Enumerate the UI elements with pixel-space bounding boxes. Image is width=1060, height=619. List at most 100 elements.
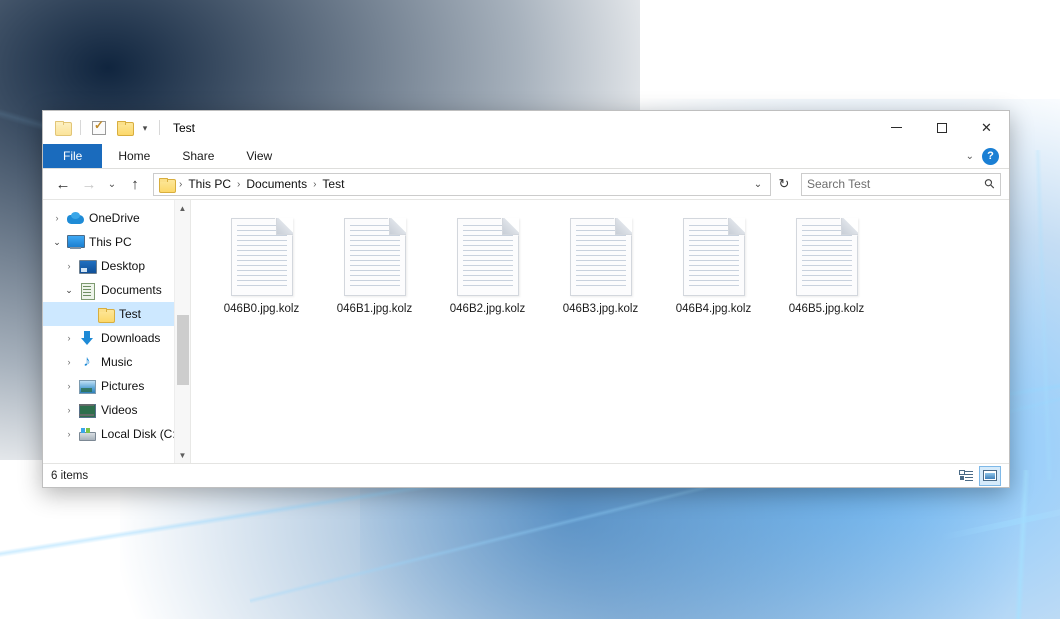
this-pc-icon [65,235,85,249]
file-name-label: 046B3.jpg.kolz [563,303,638,315]
breadcrumb-item-documents[interactable]: Documents [241,176,312,192]
sidebar-item-documents[interactable]: ⌄ Documents [43,278,190,302]
sidebar-item-label: OneDrive [89,211,140,225]
sidebar-item-downloads[interactable]: › Downloads [43,326,190,350]
address-dropdown-icon[interactable]: ⌄ [748,179,768,190]
sidebar-item-label: Documents [101,283,162,297]
large-icons-view-icon [983,470,997,481]
back-button[interactable]: ← [51,172,75,196]
window-body: › OneDrive ⌄ This PC ›Desktop ⌄ Documents Test ›… [43,200,1009,463]
folder-icon [95,308,115,321]
file-list-pane[interactable]: 046B0.jpg.kolz 046B1.jpg.kolz 046B2.jpg.ko… [191,200,1009,463]
tab-view[interactable]: View [230,144,288,168]
scrollbar-track[interactable] [175,216,190,447]
sidebar-item-videos[interactable]: › Videos [43,398,190,422]
search-box[interactable]: Search Test ⚲ [801,173,1001,196]
large-icons-view-button[interactable] [979,466,1001,486]
document-icon [683,218,745,296]
help-icon[interactable]: ? [982,148,999,165]
chevron-right-icon[interactable]: › [61,357,77,367]
close-button[interactable]: ✕ [964,111,1009,144]
sidebar-item-label: This PC [89,235,132,249]
chevron-right-icon[interactable]: › [61,333,77,343]
file-name-label: 046B0.jpg.kolz [224,303,299,315]
file-name-label: 046B4.jpg.kolz [676,303,751,315]
address-input[interactable]: › This PC › Documents › Test ⌄ [153,173,771,196]
sidebar-item-desktop[interactable]: ›Desktop [43,254,190,278]
file-item[interactable]: 046B1.jpg.kolz [318,214,431,323]
details-view-button[interactable] [955,466,977,486]
chevron-down-icon[interactable]: ⌄ [61,285,77,296]
navigation-pane: › OneDrive ⌄ This PC ›Desktop ⌄ Documents Test ›… [43,200,191,463]
file-grid: 046B0.jpg.kolz 046B1.jpg.kolz 046B2.jpg.ko… [191,200,1009,323]
sidebar-item-label: Videos [101,403,137,417]
scrollbar-thumb[interactable] [177,315,189,384]
file-item[interactable]: 046B0.jpg.kolz [205,214,318,323]
file-item[interactable]: 046B5.jpg.kolz [770,214,883,323]
document-folded-corner [276,218,293,235]
chevron-down-icon[interactable]: ⌄ [966,151,974,162]
folder-icon[interactable] [51,117,73,139]
refresh-icon[interactable]: ↻ [773,176,795,192]
toolbar-separator-2 [159,120,160,135]
document-icon [796,218,858,296]
scroll-down-icon[interactable]: ▼ [175,447,190,463]
tab-home[interactable]: Home [102,144,166,168]
tab-share[interactable]: Share [166,144,230,168]
breadcrumb: › This PC › Documents › Test [159,176,748,192]
sidebar-item-test[interactable]: Test [43,302,190,326]
desktop-icon [77,260,97,273]
status-bar: 6 items [43,463,1009,487]
forward-button: → [77,172,101,196]
document-icon [231,218,293,296]
sidebar-item-label: Test [119,307,141,321]
tab-file[interactable]: File [43,144,102,168]
breadcrumb-item-test[interactable]: Test [317,176,349,192]
ribbon-tabs: File Home Share View ⌄ ? [43,144,1009,169]
wallpaper-pane-divider [1014,470,1030,619]
document-folded-corner [389,218,406,235]
breadcrumb-folder-icon[interactable] [159,178,174,191]
onedrive-icon [65,212,85,224]
chevron-right-icon[interactable]: › [49,213,65,223]
sidebar-item-local-disk-c[interactable]: › Local Disk (C:) [43,422,190,446]
document-folded-corner [728,218,745,235]
file-explorer-window: ▾ Test ✕ File Home Share View ⌄ ? ← → [42,110,1010,488]
file-name-label: 046B1.jpg.kolz [337,303,412,315]
file-name-label: 046B5.jpg.kolz [789,303,864,315]
sidebar-item-pictures[interactable]: ›Pictures [43,374,190,398]
music-icon: ♪ [77,355,97,370]
chevron-right-icon[interactable]: › [61,405,77,415]
file-item[interactable]: 046B2.jpg.kolz [431,214,544,323]
properties-icon[interactable] [88,117,110,139]
up-button[interactable]: ↑ [123,172,147,196]
navigation-scrollbar[interactable]: ▲ ▼ [174,200,190,463]
pictures-icon [77,380,97,393]
scroll-up-icon[interactable]: ▲ [175,200,190,216]
document-icon [570,218,632,296]
recent-locations-button[interactable]: ⌄ [103,172,121,196]
chevron-right-icon[interactable]: › [61,261,77,271]
local-disk-icon [77,428,97,441]
maximize-button[interactable] [919,111,964,144]
search-input[interactable]: Search Test [807,177,985,191]
chevron-right-icon[interactable]: › [61,381,77,391]
document-folded-corner [841,218,858,235]
file-item[interactable]: 046B4.jpg.kolz [657,214,770,323]
title-bar: ▾ Test ✕ [43,111,1009,144]
details-view-icon [959,470,973,481]
chevron-down-icon[interactable]: ⌄ [49,237,65,248]
chevron-right-icon[interactable]: › [61,429,77,439]
file-name-label: 046B2.jpg.kolz [450,303,525,315]
breadcrumb-item-this-pc[interactable]: This PC [183,176,236,192]
sidebar-item-label: Local Disk (C:) [101,427,180,441]
sidebar-item-music[interactable]: ›♪Music [43,350,190,374]
sidebar-item-this-pc[interactable]: ⌄ This PC [43,230,190,254]
customize-caret-icon[interactable]: ▾ [138,117,152,139]
wallpaper-pane-horizontal [941,506,1060,541]
file-item[interactable]: 046B3.jpg.kolz [544,214,657,323]
minimize-button[interactable] [874,111,919,144]
sidebar-item-onedrive[interactable]: › OneDrive [43,206,190,230]
sidebar-item-label: Downloads [101,331,160,345]
new-folder-icon[interactable] [113,117,135,139]
